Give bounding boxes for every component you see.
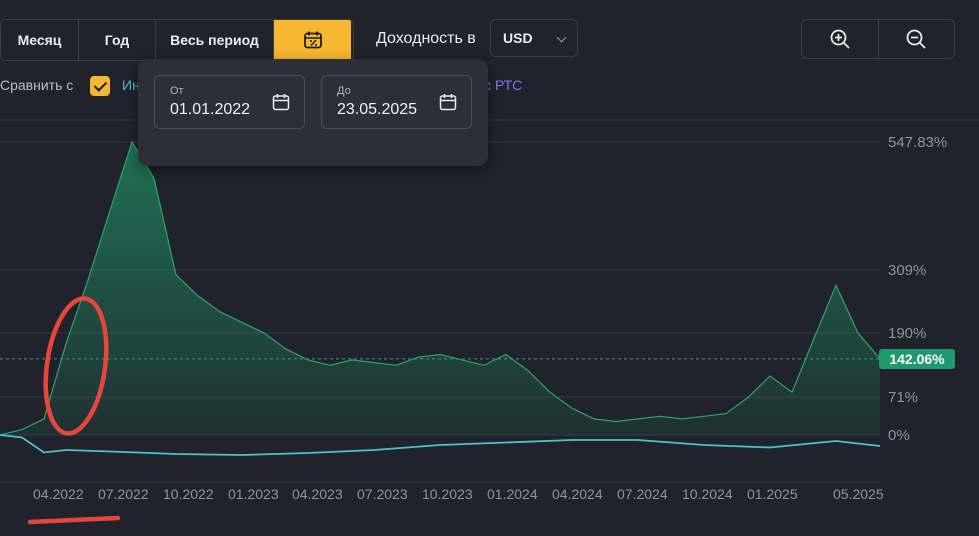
y-tick-label: 190% [888, 325, 927, 342]
y-tick-label: 0% [888, 427, 910, 444]
annotation-underline [27, 515, 121, 525]
x-tick-label: 04.2022 [33, 486, 84, 502]
x-tick-label: 01.2024 [487, 486, 538, 502]
x-tick-label: 01.2023 [228, 486, 279, 502]
current-value-badge: 142.06% [879, 349, 955, 369]
x-tick-label: 04.2023 [292, 486, 343, 502]
date-from-field[interactable]: От 01.01.2022 [154, 75, 305, 129]
calendar-icon[interactable] [272, 93, 290, 111]
x-tick-label: 10.2023 [422, 486, 473, 502]
y-tick-label: 71% [888, 389, 919, 406]
date-to-value: 23.05.2025 [337, 101, 418, 118]
date-from-value: 01.01.2022 [170, 101, 251, 118]
date-range-popup: От 01.01.2022 До 23.05.2025 [138, 59, 488, 166]
x-tick-label: 01.2025 [747, 486, 798, 502]
x-tick-label: 07.2022 [98, 486, 149, 502]
date-to-label: До [337, 85, 351, 97]
date-to-field[interactable]: До 23.05.2025 [321, 75, 472, 129]
x-tick-label: 04.2024 [552, 486, 603, 502]
y-tick-label: 547.83% [888, 134, 948, 151]
date-from-label: От [170, 85, 184, 97]
y-tick-label: 309% [888, 262, 927, 279]
x-tick-label: 05.2025 [833, 486, 884, 502]
x-tick-label: 10.2024 [682, 486, 733, 502]
compare-index-line [0, 434, 881, 456]
calendar-icon[interactable] [439, 93, 457, 111]
yield-area [0, 142, 880, 435]
x-tick-label: 07.2023 [357, 486, 408, 502]
x-tick-label: 07.2024 [617, 486, 668, 502]
x-tick-label: 10.2022 [163, 486, 214, 502]
